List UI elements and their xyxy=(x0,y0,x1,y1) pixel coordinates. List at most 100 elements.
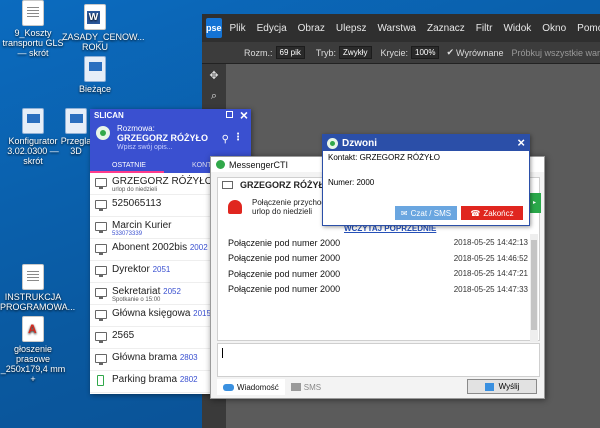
menu-edycja[interactable]: Edycja xyxy=(257,23,287,34)
avatar xyxy=(96,126,110,140)
tab-message-label: Wiadomość xyxy=(237,382,279,392)
chat-sms-button[interactable]: ✉ Czat / SMS xyxy=(395,206,457,220)
desktop-icon-label: głoszenie prasowe _250x179,4 mm + xyxy=(0,344,66,384)
message-text: Połączenie pod numer 2000 xyxy=(228,253,341,264)
contact-name: Marcin Kurier xyxy=(112,220,172,231)
mail-icon: ✉ xyxy=(400,208,408,218)
mode-label: Tryb: xyxy=(315,47,337,58)
message-text: Połączenie pod numer 2000 xyxy=(228,268,341,279)
bell-icon xyxy=(228,200,242,214)
desk-phone-icon xyxy=(95,178,107,189)
send-button[interactable]: Wyślij xyxy=(467,379,537,394)
tab-sms[interactable]: SMS xyxy=(285,379,327,395)
dialog-body: Kontakt: GRZEGORZ RÓŻYŁO Numer: 2000 xyxy=(323,151,529,189)
menu-widok[interactable]: Widok xyxy=(503,23,531,34)
desktop-icon-zasady[interactable]: ZASADY_CENOW... ROKU xyxy=(62,4,145,52)
desktop-icon-label: INSTRUKCJA PROGRAMOWA... xyxy=(0,292,76,312)
menu-obraz[interactable]: Obraz xyxy=(298,23,325,34)
size-field[interactable]: 69 pik xyxy=(275,46,305,59)
list-item: Połączenie pod numer 2000 2018-05-25 14:… xyxy=(228,282,528,298)
opacity-field[interactable]: 100% xyxy=(411,46,440,59)
contact-ext: 2002 xyxy=(189,243,208,252)
conversation-label: Rozmowa: xyxy=(117,124,155,133)
search-icon[interactable]: ⚲ xyxy=(222,134,229,145)
list-item: Połączenie pod numer 2000 2018-05-25 14:… xyxy=(228,235,528,251)
desktop-icon-gls[interactable]: 9_Koszty transportu GLS — skrót xyxy=(0,0,66,58)
incoming-call-dialog: Dzwoni × Kontakt: GRZEGORZ RÓŻYŁO Numer:… xyxy=(322,134,530,226)
smooth-label: Wyrównane xyxy=(456,47,504,58)
close-icon[interactable]: × xyxy=(517,135,525,151)
size-label: Rozm.: xyxy=(244,47,273,58)
desk-phone-icon xyxy=(95,266,107,277)
app-icon xyxy=(84,56,106,82)
desktop-icon-ogloszenie[interactable]: głoszenie prasowe _250x179,4 mm + xyxy=(0,316,66,384)
dialog-titlebar: Dzwoni × xyxy=(323,135,529,151)
message-timestamp: 2018-05-25 14:46:52 xyxy=(453,253,528,263)
chat-icon xyxy=(223,383,234,391)
word-icon xyxy=(84,4,106,30)
end-call-button[interactable]: ☎ Zakończ xyxy=(461,206,523,220)
desk-phone-icon xyxy=(95,354,107,365)
cti-footer: Wiadomość SMS Wyślij xyxy=(217,378,540,396)
tab-contacts[interactable]: KONT xyxy=(164,162,211,173)
contact-name: GRZEGORZ RÓŻYŁO xyxy=(112,176,213,187)
caller-contact: Kontakt: GRZEGORZ RÓŻYŁO xyxy=(328,153,441,162)
contact-ext: 2015 xyxy=(193,309,211,318)
more-options-icon[interactable]: ⋮ xyxy=(233,132,243,143)
window-title: MessengerCTI xyxy=(229,159,289,170)
app-logo-icon xyxy=(216,160,225,169)
text-caret xyxy=(222,348,223,358)
smooth-checkbox[interactable]: ✔ xyxy=(446,47,454,58)
restore-icon[interactable] xyxy=(226,111,233,118)
contact-ext: 2051 xyxy=(152,265,171,274)
tab-message[interactable]: Wiadomość xyxy=(217,379,285,395)
zoom-tool-icon[interactable]: ⌕ xyxy=(206,88,222,104)
menu-pomoc[interactable]: Pomoc xyxy=(577,23,600,34)
list-item: Połączenie pod numer 2000 2018-05-25 14:… xyxy=(228,251,528,267)
contact-name: Dyrektor xyxy=(112,264,150,275)
contact-name: Abonent 2002bis xyxy=(112,242,188,253)
mobile-phone-icon xyxy=(97,375,104,386)
tool-options-bar: Rozm.: 69 pik Tryb: Zwykły Krycie: 100% … xyxy=(202,42,600,64)
menu-okno[interactable]: Okno xyxy=(542,23,566,34)
message-text: Połączenie pod numer 2000 xyxy=(228,237,341,248)
menu-warstwa[interactable]: Warstwa xyxy=(377,23,416,34)
scrollbar[interactable] xyxy=(530,234,538,342)
menu-plik[interactable]: Plik xyxy=(230,23,246,34)
move-tool-icon[interactable]: ✥ xyxy=(206,68,222,84)
contact-name: 525065113 xyxy=(112,198,162,209)
conversation-name: GRZEGORZ RÓŻYŁO xyxy=(117,133,208,143)
contact-number: 533073339 xyxy=(112,231,143,237)
mode-select[interactable]: Zwykły xyxy=(339,46,372,59)
desk-phone-icon xyxy=(95,244,107,255)
opacity-label: Krycie: xyxy=(380,47,409,58)
message-list: Połączenie pod numer 2000 2018-05-25 14:… xyxy=(228,235,528,297)
desk-phone-icon xyxy=(95,222,107,233)
menu-zaznacz[interactable]: Zaznacz xyxy=(427,23,465,34)
desktop-icon-instrukcja[interactable]: INSTRUKCJA PROGRAMOWA... xyxy=(0,264,76,312)
app-logo-icon xyxy=(327,137,338,149)
contact-name: GRZEGORZ RÓŻYŁO xyxy=(240,180,331,190)
pdf-icon xyxy=(22,316,44,342)
contact-name: Główna księgowa xyxy=(112,308,191,319)
send-icon xyxy=(484,382,494,391)
desk-phone-icon xyxy=(222,181,233,189)
menu-ulepsz[interactable]: Ulepsz xyxy=(336,23,367,34)
photoshop-menubar: pse Plik Edycja Obraz Ulepsz Warstwa Zaz… xyxy=(202,14,600,42)
app-icon xyxy=(65,108,87,134)
contact-status: Spotkanie o 15:00 xyxy=(112,297,161,303)
desktop-icon-biezace[interactable]: Bieżące xyxy=(62,56,128,94)
contact-name: Parking brama xyxy=(112,374,178,385)
dialog-title: Dzwoni xyxy=(342,137,377,149)
list-item: Połączenie pod numer 2000 2018-05-25 14:… xyxy=(228,266,528,282)
tab-recent[interactable]: OSTATNIE xyxy=(90,162,164,173)
message-input[interactable] xyxy=(217,343,540,377)
desk-phone-icon xyxy=(95,310,107,321)
desktop-icon-label: 9_Koszty transportu GLS — skrót xyxy=(2,28,64,58)
description-input[interactable]: Wpisz swój opis... xyxy=(117,144,251,151)
contact-name: Sekretariat xyxy=(112,286,161,297)
sample-all-checkbox-label[interactable]: Próbkuj wszystkie warst xyxy=(511,48,600,58)
menu-filtr[interactable]: Filtr xyxy=(476,23,493,34)
contact-status: urlop do niedzieli xyxy=(112,187,158,193)
send-button-label: Wyślij xyxy=(498,382,520,391)
